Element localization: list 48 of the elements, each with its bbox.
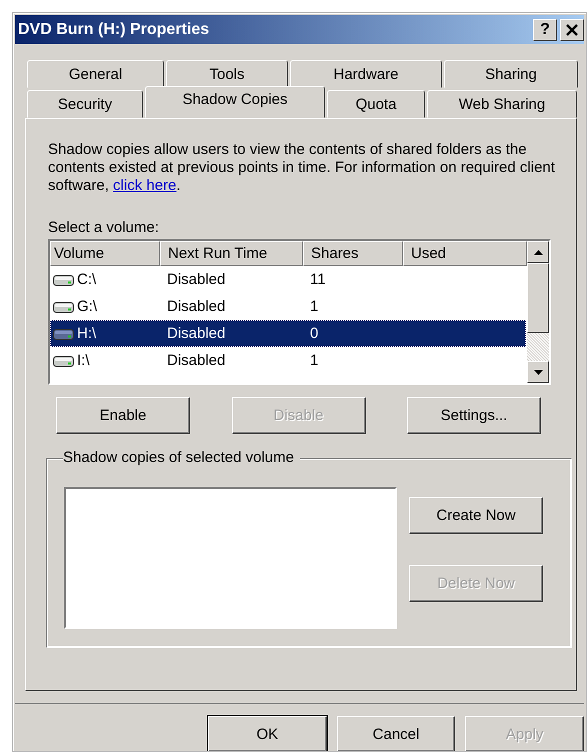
button[interactable]: Create Now: [409, 497, 543, 534]
help-button[interactable]: ?: [533, 18, 557, 40]
volume-label: Select a volume:: [48, 219, 160, 237]
column-header[interactable]: Volume: [50, 241, 160, 266]
group-title: Shadow copies of selected volume: [63, 449, 300, 466]
scroll-up-button[interactable]: [527, 241, 549, 263]
button[interactable]: Enable: [56, 397, 190, 434]
table-cell-text: 1: [309, 352, 320, 369]
button[interactable]: OK: [208, 716, 327, 751]
volume-name: C:\: [76, 270, 98, 289]
window-title: DVD Burn (H:) Properties: [18, 20, 210, 38]
column-header[interactable]: Used: [403, 241, 527, 266]
tab[interactable]: Hardware: [290, 60, 442, 88]
table-cell-text: Disabled: [166, 298, 226, 315]
close-button[interactable]: [560, 18, 584, 40]
up-arrow-icon: [534, 250, 542, 254]
down-arrow-icon: [534, 370, 542, 374]
button[interactable]: Cancel: [336, 716, 456, 751]
tab[interactable]: Sharing: [444, 60, 578, 88]
column-header[interactable]: Next Run Time: [160, 241, 303, 266]
scroll-thumb[interactable]: [527, 263, 549, 333]
drive-icon: [53, 274, 75, 286]
tab[interactable]: Quota: [327, 90, 425, 118]
button[interactable]: Settings...: [407, 397, 541, 434]
table-cell-text: Disabled: [166, 325, 226, 342]
scrollbar[interactable]: [527, 241, 549, 383]
column-header[interactable]: Shares: [303, 241, 403, 266]
table-cell-text: 1: [309, 298, 320, 315]
scroll-down-button[interactable]: [527, 361, 549, 383]
table-cell-text: Disabled: [166, 271, 226, 288]
help-link[interactable]: click here: [113, 177, 176, 194]
tab[interactable]: Security: [27, 90, 143, 118]
drive-icon: [53, 300, 75, 312]
drive-icon: [53, 328, 75, 340]
description-text: Shadow copies allow users to view the contents of shared folders as the contents existed at previous points in time. For information on required client software, click here.: [48, 141, 556, 195]
volume-name: H:\: [76, 324, 98, 343]
table-cell-text: Disabled: [166, 352, 226, 369]
tab[interactable]: Web Sharing: [427, 90, 577, 118]
table-cell-text: 11: [309, 271, 327, 288]
table-cell-text: 0: [309, 325, 320, 342]
selected-row[interactable]: H:\ Disabled 0: [50, 320, 526, 347]
tab[interactable]: General: [27, 60, 164, 88]
tab[interactable]: Tools: [166, 60, 288, 88]
volume-name: I:\: [76, 351, 91, 370]
tab[interactable]: Shadow Copies: [145, 86, 325, 118]
close-icon: [565, 22, 579, 36]
volume-name: G:\: [76, 297, 98, 316]
drive-icon: [53, 354, 75, 366]
